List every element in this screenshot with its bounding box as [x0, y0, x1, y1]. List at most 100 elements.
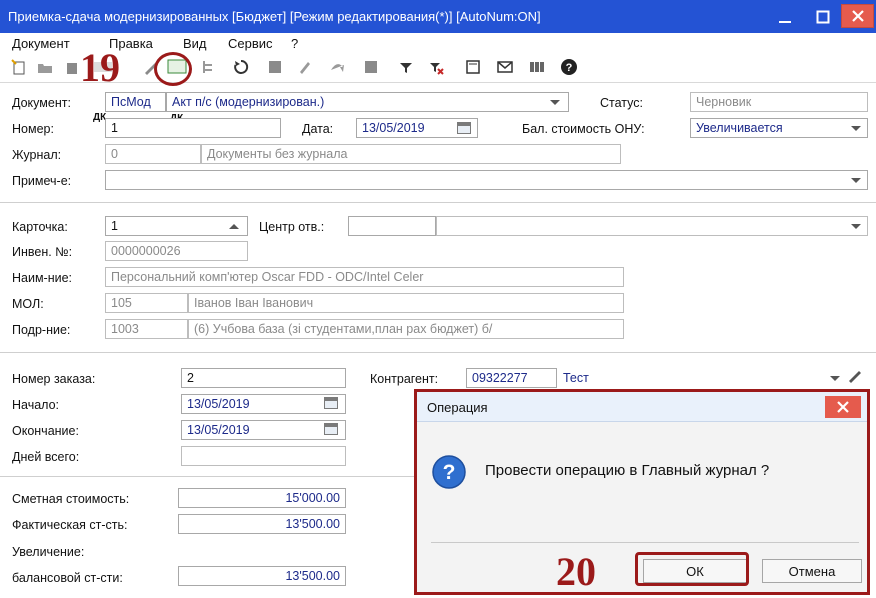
- folder-icon: [38, 64, 52, 73]
- dept-name-field: (6) Учбова база (зі студентами,план рах …: [188, 319, 624, 339]
- calendar-icon[interactable]: [457, 122, 471, 134]
- close-button[interactable]: [841, 4, 874, 28]
- menu-document[interactable]: Документ: [12, 36, 70, 51]
- days-label: Дней всего:: [12, 450, 80, 464]
- days-field: [181, 446, 346, 466]
- note-label: Примеч-е:: [12, 174, 72, 188]
- maximize-button[interactable]: [804, 1, 842, 32]
- estimate-field[interactable]: 15'000.00: [178, 488, 346, 508]
- fact-field[interactable]: 13'500.00: [178, 514, 346, 534]
- help-icon: ?: [561, 59, 577, 75]
- number-label: Номер:: [12, 122, 54, 136]
- svg-text:?: ?: [566, 62, 573, 74]
- start-date-field[interactable]: 13/05/2019: [181, 394, 346, 414]
- mol-label: МОЛ:: [12, 297, 44, 311]
- end-date-field[interactable]: 13/05/2019: [181, 420, 346, 440]
- chevron-up-icon: [229, 224, 239, 229]
- contractor-label: Контрагент:: [370, 372, 439, 386]
- dialog-titlebar: Операция: [417, 392, 867, 422]
- card-label: Карточка:: [12, 220, 68, 234]
- brush-icon: [300, 62, 310, 74]
- tree-button[interactable]: [198, 56, 220, 78]
- refresh-button[interactable]: [230, 56, 252, 78]
- help-button[interactable]: ?: [558, 56, 580, 78]
- close-icon: [837, 401, 849, 413]
- save-button[interactable]: [264, 56, 286, 78]
- minimize-button[interactable]: [766, 1, 804, 32]
- mail-button[interactable]: [494, 56, 516, 78]
- calendar-icon[interactable]: [324, 397, 338, 409]
- filter-icon: [400, 63, 412, 73]
- barcode-button[interactable]: [526, 56, 548, 78]
- name-field: Персональний комп'ютер Oscar FDD - ODC/I…: [105, 267, 624, 287]
- clear-filter-icon: [430, 63, 444, 75]
- contractor-name-select[interactable]: Тест: [557, 368, 868, 388]
- open-button[interactable]: [34, 56, 56, 78]
- contractor-code-field[interactable]: 09322277: [466, 368, 557, 388]
- balance-label: Бал. стоимость ОНУ:: [522, 122, 645, 136]
- annotation-box: [635, 552, 749, 586]
- form-icon: [466, 60, 480, 74]
- close-icon: [851, 10, 864, 22]
- inv-label: Инвен. №:: [12, 245, 73, 259]
- journal-code-field: 0: [105, 144, 201, 164]
- start-date-value: 13/05/2019: [187, 397, 250, 411]
- menu-view[interactable]: Вид: [183, 36, 207, 51]
- date-value: 13/05/2019: [362, 121, 425, 135]
- end-label: Окончание:: [12, 424, 79, 438]
- inv-field: 0000000026: [105, 241, 248, 261]
- cancel-button-label: Отмена: [788, 563, 836, 579]
- center-label: Центр отв.:: [259, 220, 325, 234]
- cancel-button[interactable]: Отмена: [762, 559, 862, 583]
- annotation-step-19: 19: [80, 45, 120, 90]
- menu-help[interactable]: ?: [291, 36, 298, 51]
- dialog-close-button[interactable]: [825, 396, 861, 418]
- grid-icon: [365, 61, 377, 73]
- document-type-value: Акт п/с (модернизирован.): [172, 95, 325, 109]
- document-type-select[interactable]: Акт п/с (модернизирован.): [166, 92, 569, 112]
- end-date-value: 13/05/2019: [187, 423, 250, 437]
- center-name-select[interactable]: [436, 216, 868, 236]
- dept-code-field: 1003: [105, 319, 188, 339]
- note-field[interactable]: [105, 170, 868, 190]
- new-document-button[interactable]: [8, 56, 30, 78]
- new-document-icon: [11, 59, 25, 75]
- dept-label: Подр-ние:: [12, 323, 71, 337]
- brush-button[interactable]: [294, 56, 316, 78]
- name-label: Наим-ние:: [12, 271, 73, 285]
- dialog-message: Провести операцию в Главный журнал ?: [485, 462, 770, 479]
- question-icon: ?: [432, 455, 466, 489]
- document-code-field[interactable]: ПсМод: [105, 92, 166, 112]
- balance-select[interactable]: Увеличивается: [690, 118, 868, 138]
- chevron-down-icon: [830, 376, 840, 381]
- menu-service[interactable]: Сервис: [228, 36, 273, 51]
- menu-bar: Документ Правка Вид Сервис ?: [0, 33, 876, 53]
- order-label: Номер заказа:: [12, 372, 96, 386]
- chevron-down-icon: [550, 100, 560, 105]
- chevron-down-icon: [851, 178, 861, 183]
- barcode-icon: [530, 62, 544, 72]
- document-label: Документ:: [12, 96, 71, 110]
- svg-text:?: ?: [443, 461, 456, 484]
- form-button[interactable]: [462, 56, 484, 78]
- copy-icon: [67, 63, 77, 74]
- grid-button[interactable]: [360, 56, 382, 78]
- balance-cost-field[interactable]: 13'500.00: [178, 566, 346, 586]
- edit-pencil-icon[interactable]: [846, 366, 864, 384]
- order-field[interactable]: 2: [181, 368, 346, 388]
- card-field[interactable]: 1: [105, 216, 248, 236]
- calendar-icon[interactable]: [324, 423, 338, 435]
- window-titlebar: Приемка-сдача модернизированных [Бюджет]…: [0, 0, 876, 33]
- tree-icon: [203, 61, 212, 73]
- mol-name-field: Іванов Іван Іванович: [188, 293, 624, 313]
- maximize-icon: [816, 10, 830, 23]
- forward-button[interactable]: [326, 56, 348, 78]
- copy-button[interactable]: [60, 56, 82, 78]
- status-field: Черновик: [690, 92, 868, 112]
- center-code-field[interactable]: [348, 216, 436, 236]
- journal-label: Журнал:: [12, 148, 62, 162]
- dialog-divider: [431, 542, 859, 543]
- clear-filter-button[interactable]: [425, 56, 447, 78]
- number-field[interactable]: 1: [105, 118, 281, 138]
- filter-button[interactable]: [395, 56, 417, 78]
